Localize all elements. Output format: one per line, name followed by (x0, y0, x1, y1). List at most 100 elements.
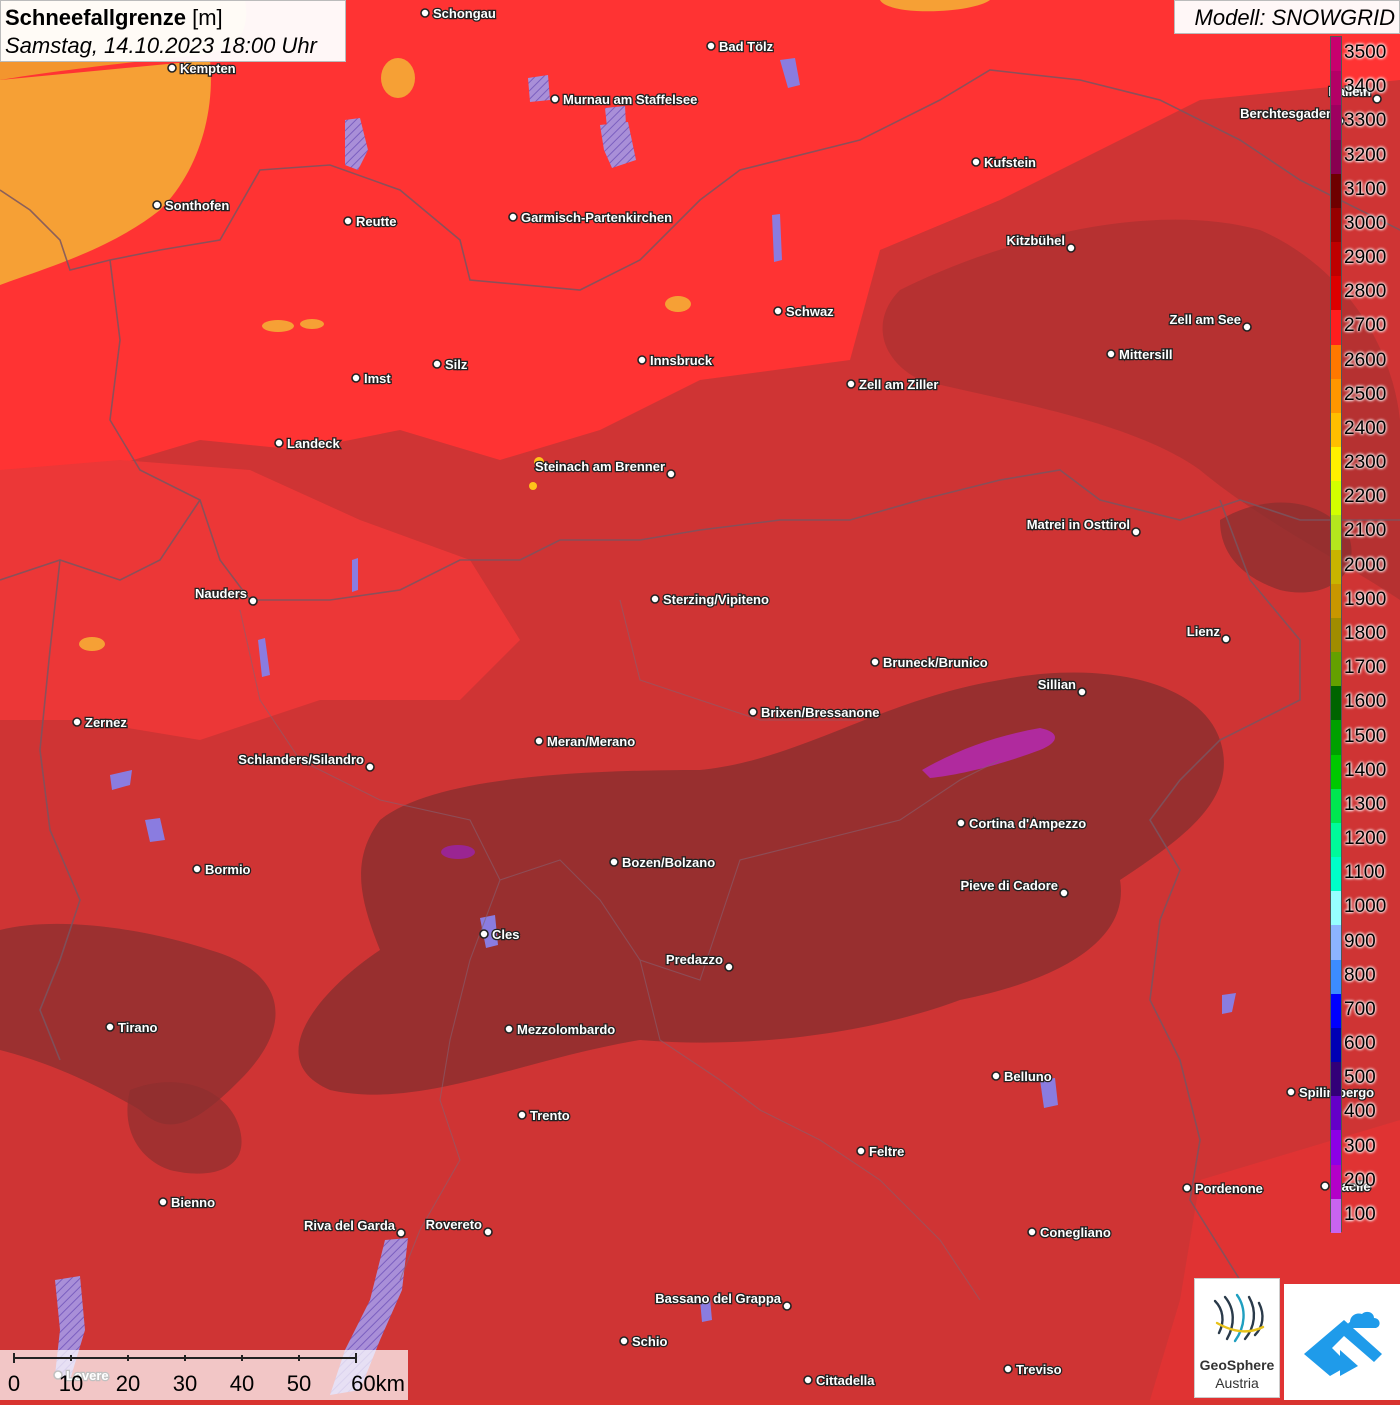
legend-label: 500 (1344, 1067, 1376, 1089)
city-dot (483, 1227, 493, 1237)
city-marker[interactable]: Murnau am Staffelsee (550, 91, 699, 108)
legend-swatch (1331, 378, 1341, 414)
city-label: Bozen/Bolzano (622, 855, 715, 870)
city-marker[interactable]: Mezzolombardo (504, 1021, 617, 1038)
legend-label: 1400 (1344, 759, 1387, 781)
city-marker[interactable]: Meran/Merano (534, 733, 636, 750)
city-marker[interactable]: Sterzing/Vipiteno (650, 591, 770, 608)
city-label: Nauders (195, 586, 247, 601)
city-dot (508, 212, 518, 222)
city-marker[interactable]: Garmisch-Partenkirchen (508, 209, 673, 226)
city-label: Bad Tölz (719, 39, 774, 54)
legend-label: 800 (1344, 964, 1376, 986)
color-legend (1330, 36, 1342, 1234)
mountain-cloud-icon (1304, 1311, 1382, 1376)
city-dot (167, 63, 177, 73)
city-dot (158, 1197, 168, 1207)
legend-swatch (1331, 583, 1341, 619)
city-label: Schwaz (786, 304, 834, 319)
legend-swatch (1331, 412, 1341, 448)
city-dot (105, 1022, 115, 1032)
city-marker[interactable]: Bruneck/Brunico (870, 654, 989, 671)
legend-swatch (1331, 617, 1341, 653)
legend-swatch (1331, 276, 1341, 311)
city-marker[interactable]: Sonthofen (152, 197, 231, 214)
legend-swatch (1331, 173, 1341, 209)
legend-swatch (1331, 857, 1341, 892)
legend-swatch (1331, 242, 1341, 277)
legend-swatch (1331, 37, 1341, 72)
city-label: Predazzo (666, 952, 723, 967)
legend-swatch (1331, 652, 1341, 687)
city-dot (1221, 634, 1231, 644)
city-dot (666, 469, 676, 479)
legend-swatch (1331, 1062, 1341, 1097)
legend-label: 700 (1344, 998, 1376, 1020)
city-marker[interactable]: Cortina d'Ampezzo (956, 815, 1088, 832)
geosphere-logo[interactable]: GeoSphere Austria (1194, 1278, 1280, 1398)
geosphere-line2: Austria (1215, 1375, 1259, 1391)
legend-swatch (1331, 207, 1341, 243)
city-marker[interactable]: Bozen/Bolzano (609, 854, 717, 871)
city-marker[interactable]: Innsbruck (637, 352, 714, 369)
city-dot (72, 717, 82, 727)
city-dot (803, 1375, 813, 1385)
legend-label: 1000 (1344, 896, 1387, 918)
city-dot (856, 1146, 866, 1156)
city-label: Kitzbühel (1007, 233, 1066, 248)
city-dot (365, 762, 375, 772)
city-label: Mittersill (1119, 347, 1172, 362)
scale-label: 50 (286, 1371, 312, 1396)
legend-swatch (1331, 754, 1341, 790)
city-dot (748, 707, 758, 717)
scale-label: 0 (7, 1371, 21, 1396)
city-dot (534, 736, 544, 746)
city-label: Rovereto (426, 1217, 482, 1232)
model-box: Modell: SNOWGRID (1174, 0, 1400, 34)
legend-swatch (1331, 1198, 1341, 1234)
legend-label: 2500 (1344, 383, 1387, 405)
legend-label: 200 (1344, 1169, 1376, 1191)
city-dot (343, 216, 353, 226)
city-dot (619, 1336, 629, 1346)
city-marker[interactable]: Conegliano (1027, 1224, 1112, 1241)
city-marker[interactable]: Schongau (420, 5, 497, 22)
city-dot (1131, 527, 1141, 537)
city-label: Brixen/Bressanone (761, 705, 880, 720)
city-dot (1182, 1183, 1192, 1193)
scale-label: 30 (172, 1371, 198, 1396)
legend-label: 1300 (1344, 793, 1387, 815)
city-dot (971, 157, 981, 167)
city-dot (550, 94, 560, 104)
snowline-map[interactable]: Schongau Bad Tölz Kempten Murnau am Staffel… (0, 0, 1400, 1400)
city-label: Matrei in Osttirol (1027, 517, 1130, 532)
city-label: Sonthofen (165, 198, 229, 213)
city-dot (1077, 687, 1087, 697)
legend-label: 2900 (1344, 247, 1387, 269)
city-label: Bormio (205, 862, 251, 877)
city-dot (351, 373, 361, 383)
city-dot (432, 359, 442, 369)
city-label: Pieve di Cadore (960, 878, 1058, 893)
forecast-datetime: Samstag, 14.10.2023 18:00 Uhr (5, 33, 317, 58)
city-label: Treviso (1016, 1362, 1062, 1377)
legend-swatch (1331, 515, 1341, 551)
city-marker[interactable]: Zell am Ziller (846, 376, 940, 393)
legend-label: 1100 (1344, 862, 1385, 884)
legend-label: 1800 (1344, 623, 1387, 644)
legend-label: 400 (1344, 1101, 1376, 1123)
city-dot (782, 1301, 792, 1311)
app-logo[interactable] (1284, 1284, 1400, 1400)
city-dot (956, 818, 966, 828)
legend-swatch (1331, 344, 1341, 380)
legend-label: 2200 (1344, 486, 1387, 508)
legend-swatch (1331, 822, 1341, 858)
city-label: Sterzing/Vipiteno (663, 592, 769, 607)
city-label: Mezzolombardo (517, 1022, 615, 1037)
city-dot (1320, 1181, 1330, 1191)
scale-label: 40 (229, 1371, 255, 1396)
legend-swatch (1331, 139, 1341, 175)
city-marker[interactable]: Pordenone (1182, 1180, 1264, 1197)
legend-swatch (1331, 993, 1341, 1029)
city-marker[interactable]: Brixen/Bressanone (748, 704, 881, 721)
